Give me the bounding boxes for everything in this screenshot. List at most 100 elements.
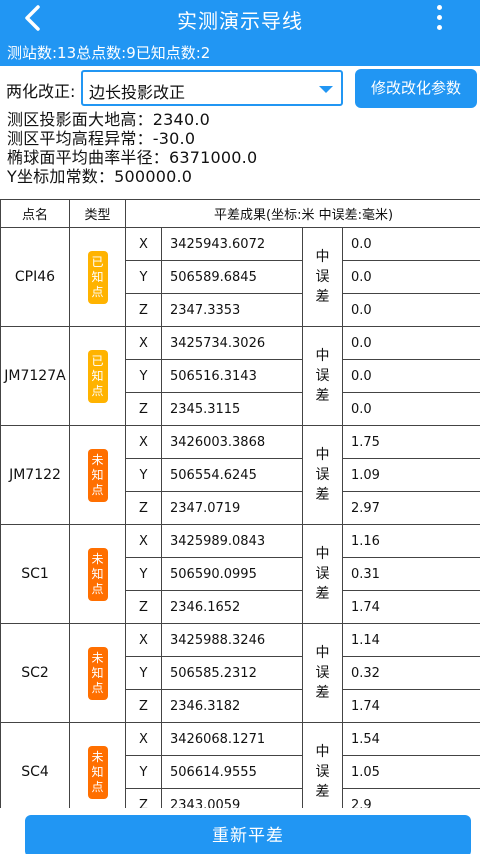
coordinate-value: 2346.3182 [161,689,303,723]
table-row: JM7127A 已知点 X 3425734.3026 中误差 0.0 [0,326,480,426]
point-type-badge: 已知点 [87,349,108,403]
table-header: 点名 类型 平差成果(坐标:米 中误差:毫米) [0,199,480,228]
point-name: CPI46 [0,227,70,327]
table-row: SC1 未知点 X 3425989.0843 中误差 1.16 [0,524,480,624]
point-type-cell: 已知点 [69,326,126,426]
coordinate-value: 3425989.0843 [161,524,303,558]
table-row: JM7122 未知点 X 3426003.3868 中误差 1.75 [0,425,480,525]
axis-label: X [125,425,162,459]
table-row: CPI46 已知点 X 3425943.6072 中误差 0.0 [0,227,480,327]
error-label: 中误差 [302,623,343,723]
correction-label: 两化改正: [6,82,76,101]
error-value: 2.9 [341,788,480,808]
axis-label: X [125,326,162,360]
param-y-constant: Y坐标加常数：500000.0 [7,167,193,186]
table-row: SC4 未知点 X 3426068.1271 中误差 1.54 [0,722,480,808]
coordinate-value: 506516.3143 [161,359,303,393]
coordinate-value: 506589.6845 [161,260,303,294]
results-table-scroll[interactable]: 点名 类型 平差成果(坐标:米 中误差:毫米) CPI46 已知点 X 3425943… [0,199,480,808]
error-value: 1.09 [341,458,480,492]
coordinate-value: 506585.2312 [161,656,303,690]
coordinate-value: 2347.3353 [161,293,303,327]
axis-label: Z [125,788,162,808]
param-radius: 椭球面平均曲率半径：6371000.0 [7,148,258,167]
error-label-text: 中误差 [315,249,330,305]
point-name: SC2 [0,623,70,723]
coordinate-value: 2347.0719 [161,491,303,525]
coordinate-value: 2343.0059 [161,788,303,808]
error-value: 0.0 [341,392,480,426]
error-value: 0.0 [341,359,480,393]
error-value: 0.0 [341,293,480,327]
axis-label: Z [125,491,162,525]
error-label: 中误差 [302,524,343,624]
error-value: 0.32 [341,656,480,690]
header-type: 类型 [69,199,126,228]
caret-down-icon [319,86,333,93]
error-value: 1.14 [341,623,480,657]
coordinate-value: 506554.6245 [161,458,303,492]
coordinate-value: 506614.9555 [161,755,303,789]
error-value: 0.0 [341,326,480,360]
error-value: 0.31 [341,557,480,591]
more-vertical-icon [428,5,450,30]
coordinate-value: 3425943.6072 [161,227,303,261]
error-label-text: 中误差 [315,744,330,800]
correction-row: 两化改正: 边长投影改正 修改改化参数 [0,66,480,110]
error-value: 0.0 [341,260,480,294]
point-type-badge: 已知点 [87,250,108,304]
coordinate-value: 506590.0995 [161,557,303,591]
results-table: 点名 类型 平差成果(坐标:米 中误差:毫米) CPI46 已知点 X 3425943… [0,199,480,808]
point-type-cell: 未知点 [69,722,126,808]
error-value: 0.0 [341,227,480,261]
axis-label: X [125,722,162,756]
readjust-button[interactable]: 重新平差 [25,815,471,854]
app-header: 实测演示导线 测站数:13总点数:9已知点数:2 [0,0,480,66]
error-label-text: 中误差 [315,447,330,503]
header-name: 点名 [0,199,70,228]
error-value: 1.16 [341,524,480,558]
axis-label: X [125,227,162,261]
point-name: JM7122 [0,425,70,525]
error-label-text: 中误差 [315,348,330,404]
point-type-cell: 已知点 [69,227,126,327]
point-type-badge: 未知点 [87,448,108,502]
coordinate-value: 3426003.3868 [161,425,303,459]
coordinate-value: 2345.3115 [161,392,303,426]
axis-label: Y [125,656,162,690]
point-type-cell: 未知点 [69,623,126,723]
error-label: 中误差 [302,425,343,525]
axis-label: Z [125,590,162,624]
axis-label: Y [125,260,162,294]
modify-params-button[interactable]: 修改改化参数 [355,69,477,108]
error-value: 1.75 [341,425,480,459]
point-type-cell: 未知点 [69,524,126,624]
coordinate-value: 2346.1652 [161,590,303,624]
axis-label: Y [125,557,162,591]
station-stats: 测站数:13总点数:9已知点数:2 [7,44,211,62]
axis-label: Z [125,689,162,723]
correction-select[interactable]: 边长投影改正 [81,70,343,106]
error-value: 1.05 [341,755,480,789]
app-bar: 实测演示导线 [0,0,480,36]
axis-label: Y [125,359,162,393]
error-label-text: 中误差 [315,645,330,701]
error-value: 1.74 [341,590,480,624]
coordinate-value: 3425734.3026 [161,326,303,360]
error-label: 中误差 [302,722,343,808]
projection-params: 测区投影面大地高：2340.0 测区平均高程异常：-30.0 椭球面平均曲率半径… [7,110,257,186]
page-title: 实测演示导线 [177,9,303,33]
point-type-badge: 未知点 [87,547,108,601]
axis-label: X [125,524,162,558]
error-label: 中误差 [302,227,343,327]
point-type-cell: 未知点 [69,425,126,525]
table-row: SC2 未知点 X 3425988.3246 中误差 1.14 [0,623,480,723]
header-result: 平差成果(坐标:米 中误差:毫米) [124,199,480,228]
axis-label: Y [125,458,162,492]
error-label: 中误差 [302,326,343,426]
more-options-button[interactable] [428,2,450,34]
coordinate-value: 3425988.3246 [161,623,303,657]
error-value: 1.74 [341,689,480,723]
error-value: 1.54 [341,722,480,756]
point-name: SC4 [0,722,70,808]
